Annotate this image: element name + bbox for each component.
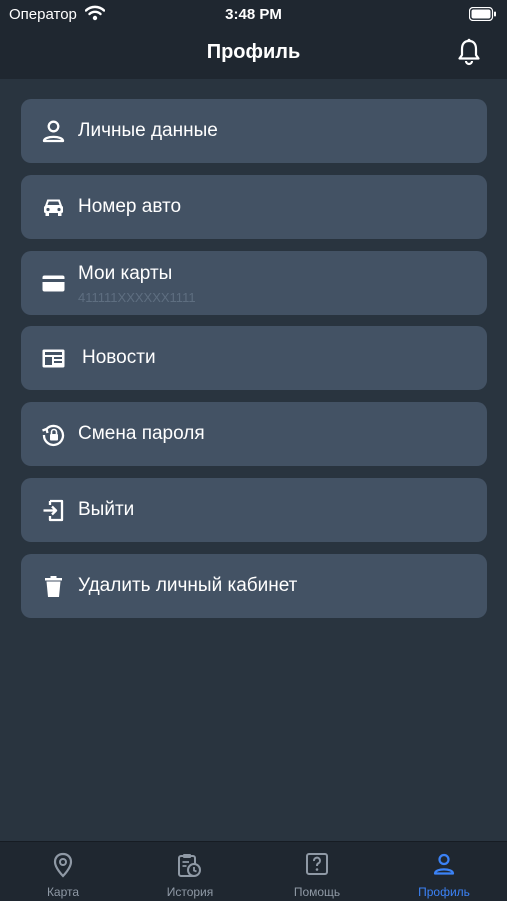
- user-icon: [432, 852, 456, 881]
- newspaper-icon: [41, 346, 66, 371]
- menu-item-logout[interactable]: Выйти: [21, 478, 487, 542]
- tab-label: Профиль: [418, 885, 470, 899]
- nav-bar: Профиль: [0, 28, 507, 79]
- tab-map[interactable]: Карта: [0, 842, 126, 901]
- person-icon: [41, 119, 66, 144]
- exit-icon: [41, 498, 66, 523]
- menu-item-news[interactable]: Новости: [21, 326, 487, 390]
- menu-label: Личные данные: [78, 120, 218, 141]
- card-number: 411111XXXXXX1111: [78, 290, 196, 305]
- tab-label: Помощь: [293, 885, 341, 899]
- battery-icon: [468, 6, 497, 26]
- lock-reset-icon: [41, 422, 66, 447]
- menu-label: Номер авто: [78, 196, 182, 217]
- tab-bar: Карта История Помощь Профиль: [0, 841, 507, 901]
- trash-icon: [41, 574, 66, 599]
- bell-icon[interactable]: [457, 38, 481, 71]
- profile-content: Личные данные Номер авто Мои карты 41111…: [0, 79, 507, 841]
- menu-item-my-cards[interactable]: Мои карты 411111XXXXXX1111: [21, 251, 487, 315]
- page-title: Профиль: [206, 41, 301, 63]
- menu-item-personal-data[interactable]: Личные данные: [21, 99, 487, 163]
- status-time: 3:48 PM: [225, 6, 282, 23]
- credit-card-icon: [41, 271, 66, 296]
- tab-help[interactable]: Помощь: [254, 842, 380, 901]
- tab-label: Карта: [46, 885, 80, 899]
- menu-item-change-password[interactable]: Смена пароля: [21, 402, 487, 466]
- map-pin-icon: [52, 852, 74, 883]
- menu-label: Мои карты: [78, 263, 173, 284]
- car-icon: [41, 195, 66, 220]
- status-bar: Оператор 3:48 PM: [0, 0, 507, 28]
- menu-item-car-number[interactable]: Номер авто: [21, 175, 487, 239]
- menu-label: Удалить личный кабинет: [78, 575, 298, 596]
- menu-label: Новости: [82, 347, 156, 368]
- tab-profile[interactable]: Профиль: [381, 842, 507, 901]
- help-icon: [305, 852, 329, 881]
- clipboard-history-icon: [177, 852, 203, 884]
- menu-item-delete-account[interactable]: Удалить личный кабинет: [21, 554, 487, 618]
- menu-label: Выйти: [78, 499, 135, 520]
- tab-label: История: [166, 885, 214, 899]
- menu-label: Смена пароля: [78, 423, 205, 444]
- tab-history[interactable]: История: [127, 842, 253, 901]
